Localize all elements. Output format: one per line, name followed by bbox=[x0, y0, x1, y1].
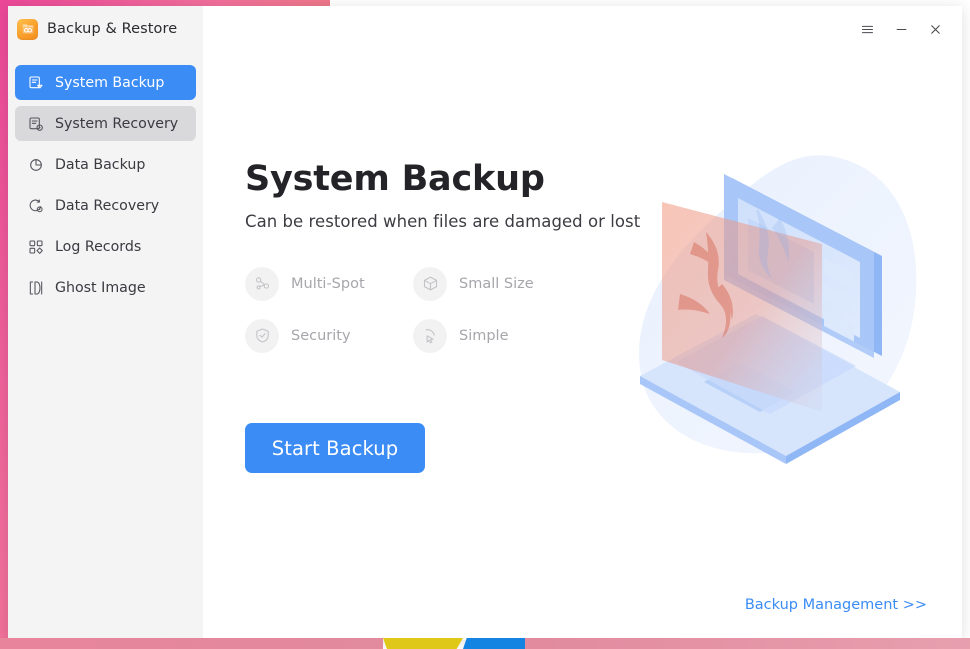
sidebar-nav: System Backup System Recovery Data Backu… bbox=[8, 65, 203, 305]
brand-header: Backup & Restore bbox=[8, 6, 203, 52]
hero-section: System Backup Can be restored when files… bbox=[245, 161, 715, 353]
start-backup-button[interactable]: Start Backup bbox=[245, 423, 425, 473]
taskbar-segment-blue bbox=[463, 638, 525, 649]
sidebar-item-label: Data Recovery bbox=[55, 197, 160, 214]
page-subtitle: Can be restored when files are damaged o… bbox=[245, 211, 641, 231]
taskbar-strip bbox=[0, 638, 970, 649]
taskbar-segment-left bbox=[0, 638, 383, 649]
feature-security: Security bbox=[245, 318, 413, 353]
feature-label: Simple bbox=[459, 327, 509, 344]
data-recovery-icon bbox=[27, 197, 44, 214]
taskbar-segment-right bbox=[525, 638, 970, 649]
backup-management-link[interactable]: Backup Management >> bbox=[745, 597, 927, 613]
desktop-backdrop: Backup & Restore System Backup System Re… bbox=[0, 0, 970, 649]
sidebar-item-label: System Backup bbox=[55, 74, 165, 91]
feature-label: Small Size bbox=[459, 275, 534, 292]
sidebar: Backup & Restore System Backup System Re… bbox=[8, 6, 203, 640]
system-recovery-icon bbox=[27, 115, 44, 132]
feature-simple: Simple bbox=[413, 318, 581, 353]
sidebar-item-label: Ghost Image bbox=[55, 279, 146, 296]
share-nodes-icon bbox=[245, 266, 279, 301]
sidebar-item-system-recovery[interactable]: System Recovery bbox=[15, 106, 196, 141]
feature-label: Multi-Spot bbox=[291, 275, 365, 292]
sidebar-item-data-recovery[interactable]: Data Recovery bbox=[15, 188, 196, 223]
sidebar-item-data-backup[interactable]: Data Backup bbox=[15, 147, 196, 182]
backup-restore-app-icon bbox=[17, 18, 38, 40]
data-backup-icon bbox=[27, 156, 44, 173]
sidebar-item-label: Data Backup bbox=[55, 156, 146, 173]
feature-label: Security bbox=[291, 327, 351, 344]
hamburger-menu-icon[interactable] bbox=[852, 15, 882, 43]
feature-list: Multi-Spot Small Size Security Simple bbox=[245, 266, 715, 353]
taskbar-segment-yellow bbox=[383, 638, 463, 649]
sidebar-item-label: Log Records bbox=[55, 238, 142, 255]
app-title: Backup & Restore bbox=[47, 21, 178, 37]
feature-multi-spot: Multi-Spot bbox=[245, 266, 413, 301]
title-bar bbox=[203, 6, 962, 52]
log-records-icon bbox=[27, 238, 44, 255]
system-backup-icon bbox=[27, 74, 44, 91]
shield-check-icon bbox=[245, 318, 279, 353]
close-icon[interactable] bbox=[920, 15, 950, 43]
sidebar-item-system-backup[interactable]: System Backup bbox=[15, 65, 196, 100]
sidebar-item-label: System Recovery bbox=[55, 115, 179, 132]
cube-icon bbox=[413, 266, 447, 301]
ghost-image-icon bbox=[27, 279, 44, 296]
content-pane: System Backup Can be restored when files… bbox=[203, 6, 962, 640]
minimize-icon[interactable] bbox=[886, 15, 916, 43]
application-window: Backup & Restore System Backup System Re… bbox=[8, 6, 962, 640]
sidebar-item-ghost-image[interactable]: Ghost Image bbox=[15, 270, 196, 305]
cursor-pointer-icon bbox=[413, 318, 447, 353]
page-title: System Backup bbox=[245, 159, 545, 199]
feature-small-size: Small Size bbox=[413, 266, 581, 301]
sidebar-item-log-records[interactable]: Log Records bbox=[15, 229, 196, 264]
